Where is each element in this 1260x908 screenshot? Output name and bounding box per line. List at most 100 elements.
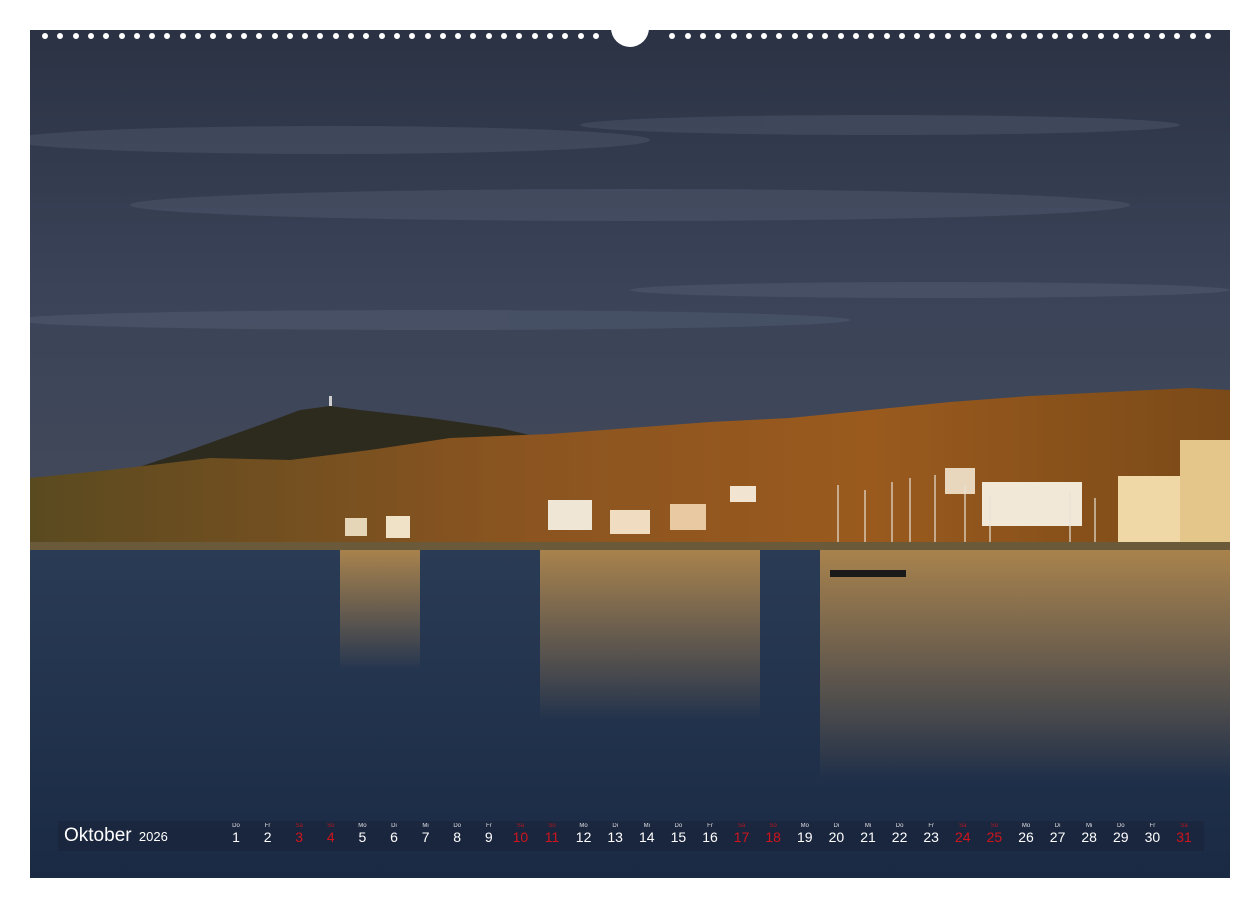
- calendar-day: Do 15: [663, 821, 693, 851]
- binding-hole: [1128, 33, 1135, 39]
- year-label: 2026: [138, 829, 168, 844]
- binding-hole: [1189, 33, 1196, 39]
- day-number: 29: [1113, 829, 1129, 845]
- calendar-day: Sa 17: [727, 821, 757, 851]
- binding-hole: [1113, 33, 1119, 39]
- binding-hole: [730, 33, 737, 39]
- calendar-day: Mo 19: [790, 821, 820, 851]
- calendar-strip: Oktober 2026 Do 1 Fr 2 Sa 3 So 4 Mo 5 Di 6 Mi 7 Do 8 Fr 9…: [58, 821, 1204, 851]
- binding-hole: [516, 33, 523, 39]
- day-number: 16: [702, 829, 718, 845]
- day-number: 9: [484, 829, 493, 845]
- day-number: 5: [358, 829, 367, 845]
- calendar-day: Fr 23: [916, 821, 946, 851]
- binding-hole: [837, 33, 844, 39]
- day-number: 13: [607, 829, 623, 845]
- binding-hole: [929, 33, 936, 39]
- binding-hole: [378, 33, 385, 39]
- day-number: 14: [639, 829, 655, 845]
- binding-hole: [822, 33, 829, 39]
- day-number: 22: [891, 829, 908, 845]
- day-number: 8: [453, 829, 462, 845]
- binding-hole: [592, 33, 599, 39]
- day-number: 20: [828, 829, 845, 845]
- day-number: 30: [1144, 829, 1161, 845]
- binding-hole: [1143, 33, 1150, 39]
- binding-hole: [455, 33, 462, 39]
- day-number: 25: [986, 829, 1003, 845]
- binding-hole: [699, 33, 706, 39]
- binding-hole: [57, 33, 64, 39]
- day-number: 31: [1176, 829, 1192, 845]
- binding-hole: [1097, 33, 1104, 39]
- day-number: 19: [797, 829, 813, 845]
- binding-hole: [470, 33, 477, 39]
- calendar-day: Mo 26: [1011, 821, 1041, 851]
- binding-hole: [149, 33, 156, 39]
- binding-hole: [256, 33, 263, 39]
- binding-hole: [332, 33, 339, 39]
- binding-hole: [1082, 33, 1089, 39]
- binding-hole: [715, 33, 722, 39]
- day-number: 10: [512, 829, 529, 845]
- binding-hole: [439, 33, 446, 39]
- jetty: [830, 570, 906, 577]
- calendar-day: Mi 14: [632, 821, 662, 851]
- binding-hole: [761, 33, 768, 39]
- binding-hole: [1005, 33, 1012, 39]
- calendar-day: Mo 5: [347, 821, 377, 851]
- calendar-day: Do 22: [885, 821, 915, 851]
- calendar-day: Do 29: [1106, 821, 1136, 851]
- binding-hole: [286, 33, 293, 39]
- calendar-day: Sa 10: [505, 821, 535, 851]
- binding-hole: [317, 33, 324, 39]
- day-number: 17: [733, 829, 750, 845]
- lake-photo: [30, 30, 1230, 878]
- binding-hole: [562, 33, 569, 39]
- calendar-day: Fr 2: [253, 821, 283, 851]
- month-label: Oktober 2026: [64, 825, 168, 847]
- binding-hole: [684, 33, 691, 39]
- calendar-day: Fr 30: [1137, 821, 1167, 851]
- calendar-day: Do 8: [442, 821, 472, 851]
- calendar-day: Mi 7: [411, 821, 441, 851]
- binding-hole: [868, 33, 875, 39]
- day-number: 11: [544, 829, 560, 845]
- binding-hole: [546, 33, 553, 39]
- calendar-day: Sa 31: [1169, 821, 1199, 851]
- binding-hole: [103, 33, 110, 39]
- binding-hole: [990, 33, 997, 39]
- binding-hole: [1036, 33, 1043, 39]
- day-number: 7: [421, 829, 430, 845]
- binding-hole: [195, 33, 201, 39]
- day-number: 23: [923, 829, 939, 845]
- binding-hole: [577, 33, 584, 39]
- binding-hole: [852, 33, 859, 39]
- binding-hole: [960, 33, 966, 39]
- calendar-day: Sa 24: [948, 821, 978, 851]
- binding-hole: [1051, 33, 1058, 39]
- binding-hole: [118, 33, 125, 39]
- binding-hole: [348, 33, 354, 39]
- binding-hole: [363, 33, 370, 39]
- calendar-day: Fr 9: [474, 821, 504, 851]
- day-number: 6: [390, 829, 398, 845]
- day-number: 12: [575, 829, 592, 845]
- day-number: 27: [1049, 829, 1066, 845]
- calendar-day: Mi 28: [1074, 821, 1104, 851]
- day-number: 21: [860, 829, 876, 845]
- calendar-day: So 11: [537, 821, 567, 851]
- calendar-day: So 4: [316, 821, 346, 851]
- day-number: 15: [670, 829, 687, 845]
- binding-hole: [914, 33, 921, 39]
- calendar-day: So 25: [979, 821, 1009, 851]
- binding-hole: [1174, 33, 1181, 39]
- calendar-day: Sa 3: [284, 821, 314, 851]
- binding-hole: [240, 33, 247, 39]
- binding-hole: [975, 33, 982, 39]
- binding-hole: [745, 33, 752, 39]
- day-number: 24: [955, 829, 971, 845]
- binding-hole: [791, 33, 798, 39]
- calendar-day: So 18: [758, 821, 788, 851]
- binding-hole: [531, 33, 538, 39]
